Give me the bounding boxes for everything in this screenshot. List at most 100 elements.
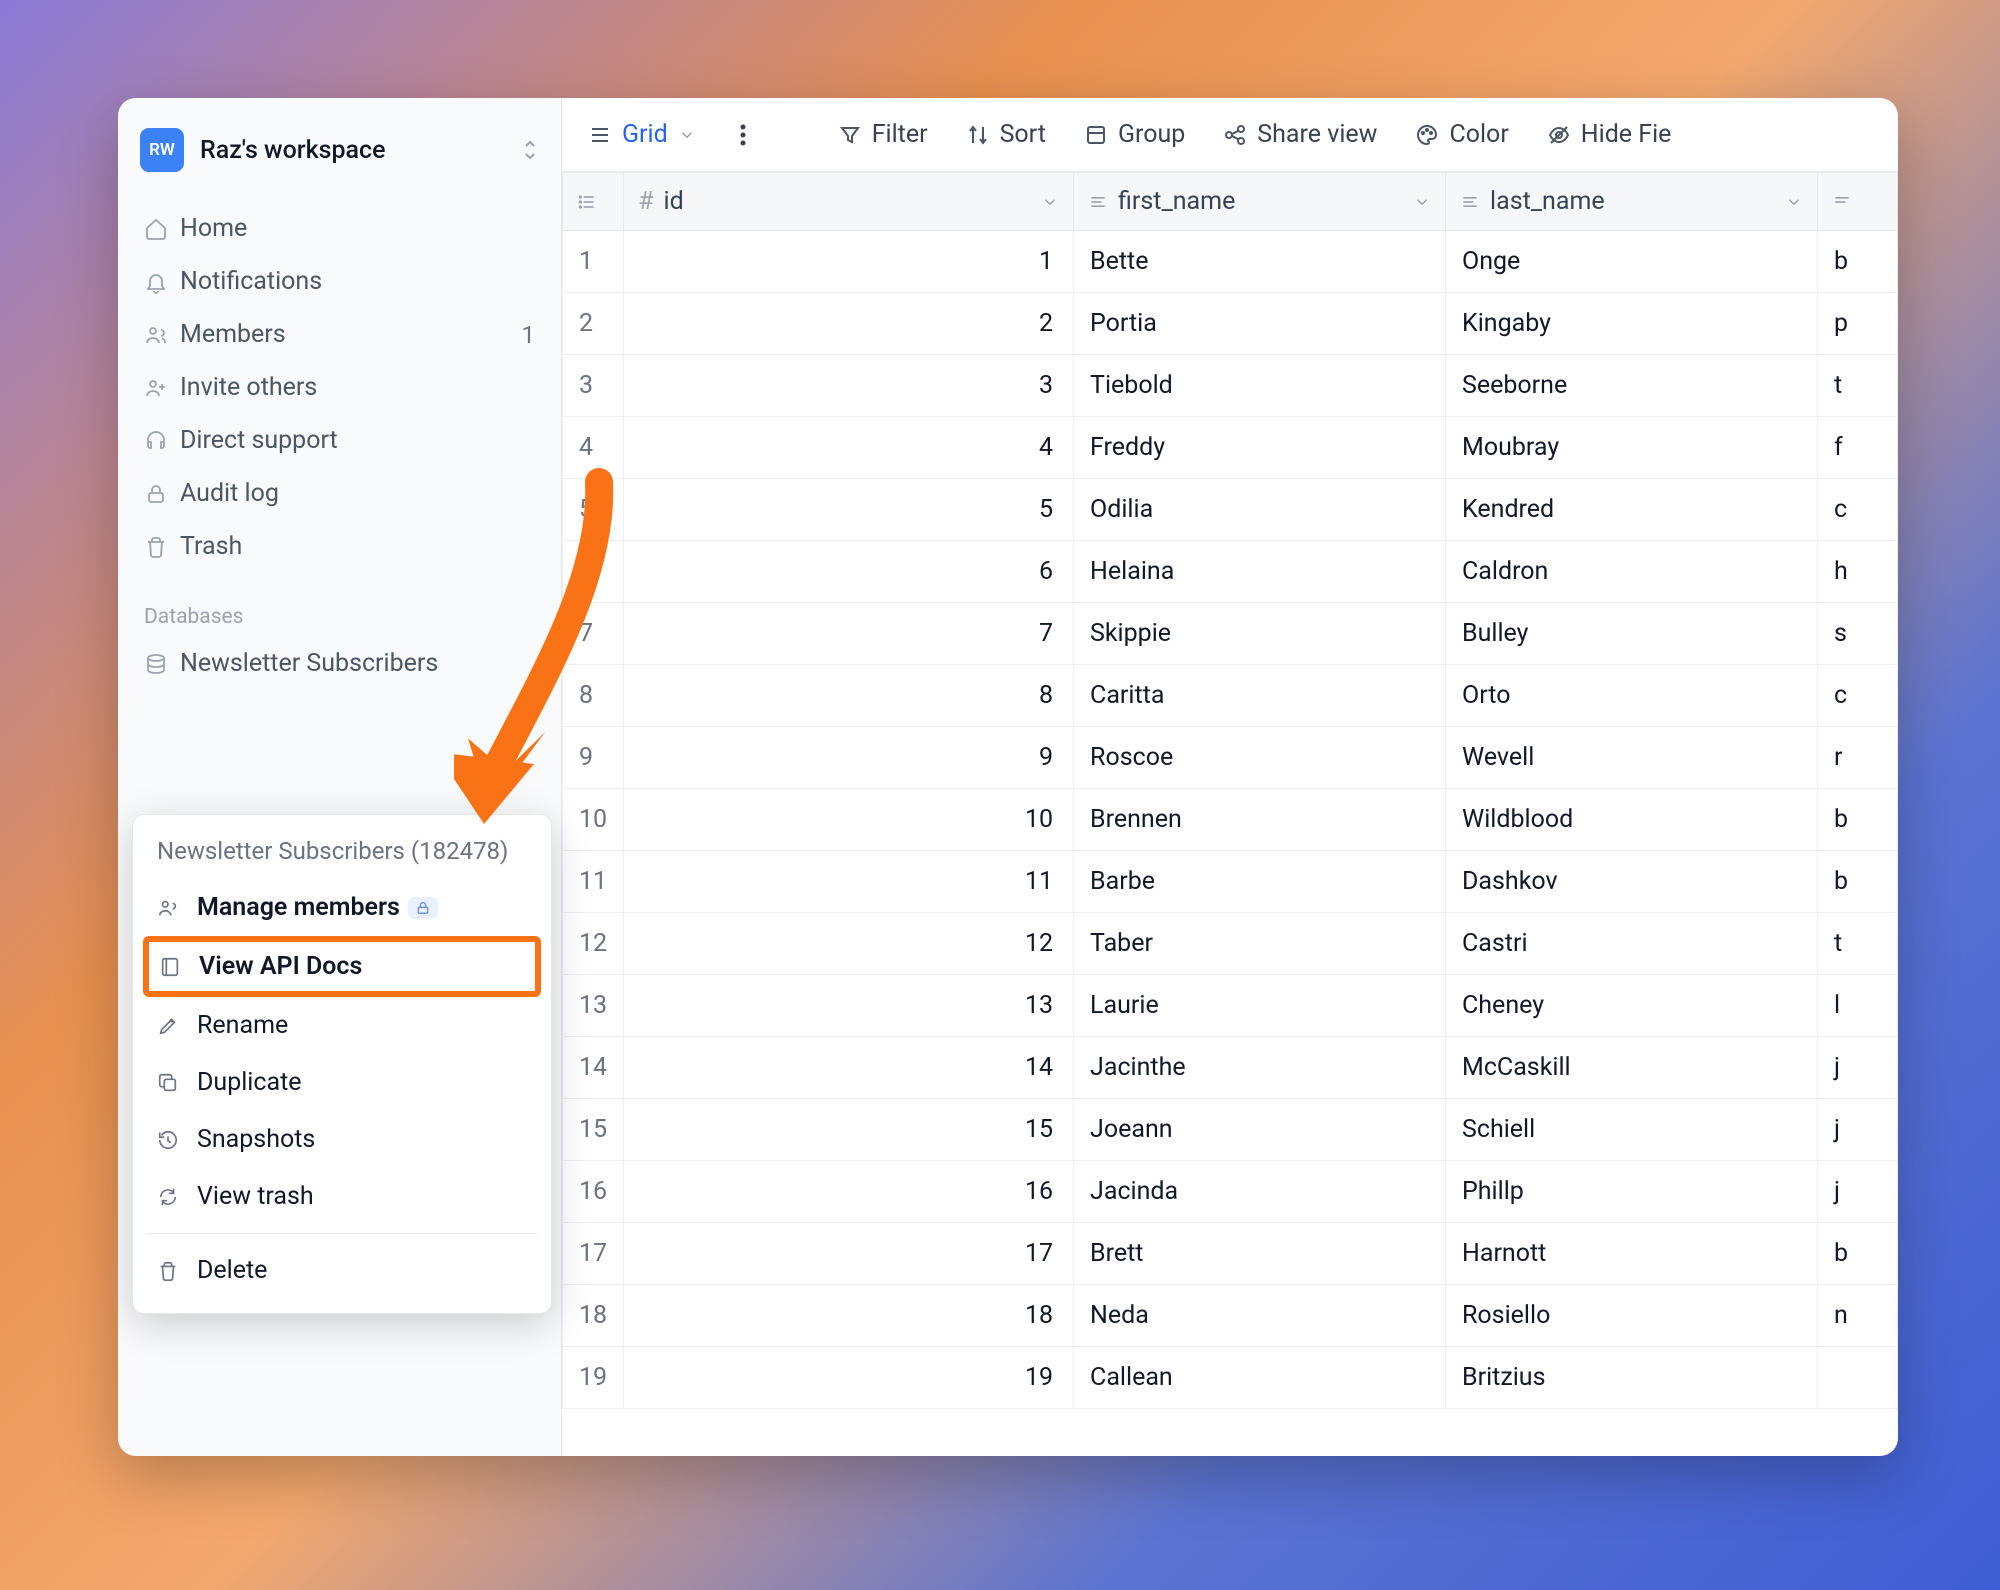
ctx-view-api-docs[interactable]: View API Docs	[143, 936, 541, 997]
last-name-cell[interactable]: Seeborne	[1446, 355, 1818, 417]
id-cell[interactable]: 5	[624, 479, 1074, 541]
first-name-cell[interactable]: Laurie	[1074, 975, 1446, 1037]
extra-cell[interactable]: r	[1817, 727, 1897, 789]
first-name-cell[interactable]: Brennen	[1074, 789, 1446, 851]
sidebar-item-invite[interactable]: Invite others	[130, 361, 549, 414]
sidebar-item-home[interactable]: Home	[130, 202, 549, 255]
table-row[interactable]: 1717BrettHarnottb	[563, 1223, 1898, 1285]
id-cell[interactable]: 9	[624, 727, 1074, 789]
table-row[interactable]: 11BetteOngeb	[563, 231, 1898, 293]
first-name-cell[interactable]: Jacinda	[1074, 1161, 1446, 1223]
extra-cell[interactable]: t	[1817, 355, 1897, 417]
id-cell[interactable]: 10	[624, 789, 1074, 851]
last-name-cell[interactable]: Bulley	[1446, 603, 1818, 665]
ctx-snapshots[interactable]: Snapshots	[143, 1111, 541, 1168]
sort-button[interactable]: Sort	[966, 120, 1046, 149]
more-options-button[interactable]	[734, 123, 752, 147]
table-row[interactable]: 1313LaurieCheneyl	[563, 975, 1898, 1037]
first-name-cell[interactable]: Neda	[1074, 1285, 1446, 1347]
table-row[interactable]: 1111BarbeDashkovb	[563, 851, 1898, 913]
group-button[interactable]: Group	[1084, 120, 1185, 149]
table-row[interactable]: 44FreddyMoubrayf	[563, 417, 1898, 479]
extra-cell[interactable]: j	[1817, 1099, 1897, 1161]
first-name-cell[interactable]: Skippie	[1074, 603, 1446, 665]
first-name-cell[interactable]: Brett	[1074, 1223, 1446, 1285]
table-row[interactable]: 1414JacintheMcCaskillj	[563, 1037, 1898, 1099]
column-header-first-name[interactable]: first_name	[1074, 173, 1446, 231]
first-name-cell[interactable]: Barbe	[1074, 851, 1446, 913]
ctx-delete[interactable]: Delete	[143, 1242, 541, 1299]
extra-cell[interactable]: p	[1817, 293, 1897, 355]
id-cell[interactable]: 16	[624, 1161, 1074, 1223]
column-header-id[interactable]: # id	[624, 173, 1074, 231]
id-cell[interactable]: 12	[624, 913, 1074, 975]
last-name-cell[interactable]: Rosiello	[1446, 1285, 1818, 1347]
table-row[interactable]: 1818NedaRosiellon	[563, 1285, 1898, 1347]
share-view-button[interactable]: Share view	[1223, 120, 1377, 149]
sidebar-item-support[interactable]: Direct support	[130, 414, 549, 467]
ctx-view-trash[interactable]: View trash	[143, 1168, 541, 1225]
first-name-cell[interactable]: Portia	[1074, 293, 1446, 355]
table-row[interactable]: 33TieboldSeebornet	[563, 355, 1898, 417]
last-name-cell[interactable]: Caldron	[1446, 541, 1818, 603]
first-name-cell[interactable]: Tiebold	[1074, 355, 1446, 417]
extra-cell[interactable]: l	[1817, 975, 1897, 1037]
table-row[interactable]: 1010BrennenWildbloodb	[563, 789, 1898, 851]
last-name-cell[interactable]: Schiell	[1446, 1099, 1818, 1161]
last-name-cell[interactable]: McCaskill	[1446, 1037, 1818, 1099]
column-header-last-name[interactable]: last_name	[1446, 173, 1818, 231]
sidebar-item-trash[interactable]: Trash	[130, 520, 549, 573]
id-cell[interactable]: 15	[624, 1099, 1074, 1161]
table-row[interactable]: 1515JoeannSchiellj	[563, 1099, 1898, 1161]
first-name-cell[interactable]: Roscoe	[1074, 727, 1446, 789]
table-row[interactable]: 99RoscoeWevellr	[563, 727, 1898, 789]
database-item[interactable]: Newsletter Subscribers	[118, 639, 561, 688]
extra-cell[interactable]: j	[1817, 1161, 1897, 1223]
id-cell[interactable]: 18	[624, 1285, 1074, 1347]
extra-cell[interactable]: s	[1817, 603, 1897, 665]
extra-cell[interactable]: t	[1817, 913, 1897, 975]
extra-cell[interactable]: f	[1817, 417, 1897, 479]
view-switcher[interactable]: Grid	[588, 120, 696, 149]
extra-cell[interactable]: c	[1817, 665, 1897, 727]
sidebar-item-notifications[interactable]: Notifications	[130, 255, 549, 308]
first-name-cell[interactable]: Odilia	[1074, 479, 1446, 541]
last-name-cell[interactable]: Orto	[1446, 665, 1818, 727]
data-grid[interactable]: # id first_name	[562, 172, 1898, 1456]
workspace-switcher[interactable]: RW Raz's workspace	[118, 118, 561, 194]
last-name-cell[interactable]: Kingaby	[1446, 293, 1818, 355]
first-name-cell[interactable]: Callean	[1074, 1347, 1446, 1409]
first-name-cell[interactable]: Taber	[1074, 913, 1446, 975]
row-number-header[interactable]	[563, 173, 624, 231]
id-cell[interactable]: 3	[624, 355, 1074, 417]
hide-fields-button[interactable]: Hide Fie	[1547, 120, 1672, 149]
first-name-cell[interactable]: Freddy	[1074, 417, 1446, 479]
table-row[interactable]: 1919CalleanBritzius	[563, 1347, 1898, 1409]
table-row[interactable]: 1212TaberCastrit	[563, 913, 1898, 975]
last-name-cell[interactable]: Onge	[1446, 231, 1818, 293]
id-cell[interactable]: 11	[624, 851, 1074, 913]
first-name-cell[interactable]: Caritta	[1074, 665, 1446, 727]
extra-cell[interactable]: n	[1817, 1285, 1897, 1347]
extra-cell[interactable]: b	[1817, 851, 1897, 913]
table-row[interactable]: 22PortiaKingabyp	[563, 293, 1898, 355]
filter-button[interactable]: Filter	[838, 120, 928, 149]
last-name-cell[interactable]: Moubray	[1446, 417, 1818, 479]
table-row[interactable]: 55OdiliaKendredc	[563, 479, 1898, 541]
id-cell[interactable]: 14	[624, 1037, 1074, 1099]
first-name-cell[interactable]: Joeann	[1074, 1099, 1446, 1161]
extra-cell[interactable]: b	[1817, 789, 1897, 851]
ctx-rename[interactable]: Rename	[143, 997, 541, 1054]
column-header-extra[interactable]	[1817, 173, 1897, 231]
last-name-cell[interactable]: Harnott	[1446, 1223, 1818, 1285]
sidebar-item-members[interactable]: Members 1	[130, 308, 549, 361]
extra-cell[interactable]: c	[1817, 479, 1897, 541]
last-name-cell[interactable]: Phillp	[1446, 1161, 1818, 1223]
extra-cell[interactable]	[1817, 1347, 1897, 1409]
last-name-cell[interactable]: Wildblood	[1446, 789, 1818, 851]
id-cell[interactable]: 7	[624, 603, 1074, 665]
extra-cell[interactable]: j	[1817, 1037, 1897, 1099]
extra-cell[interactable]: h	[1817, 541, 1897, 603]
table-row[interactable]: 88CarittaOrtoc	[563, 665, 1898, 727]
first-name-cell[interactable]: Helaina	[1074, 541, 1446, 603]
